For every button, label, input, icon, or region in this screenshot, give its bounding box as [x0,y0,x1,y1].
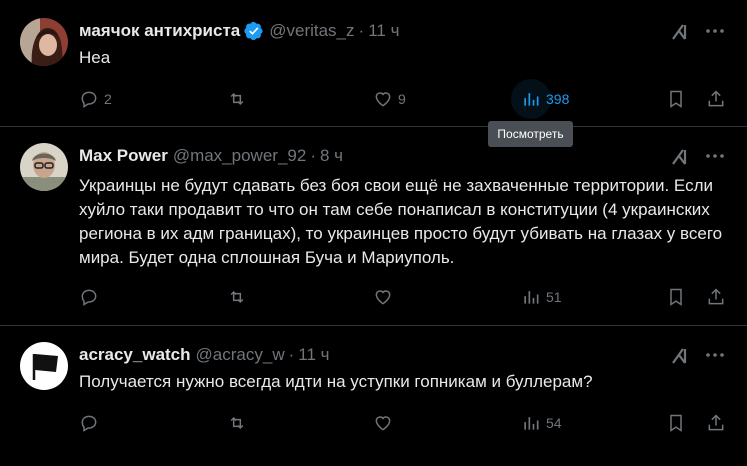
reply-icon [81,91,97,108]
retweet-button[interactable] [227,88,252,110]
reply-button[interactable]: 2 [79,88,112,110]
retweet-icon [230,416,244,430]
grok-icon[interactable] [669,344,691,366]
reply-icon [81,415,97,432]
retweet-button[interactable] [227,412,252,434]
author-name[interactable]: acracy_watch [79,345,191,365]
share-icon[interactable] [706,412,726,434]
views-count: 54 [546,415,562,431]
separator: · [310,146,316,165]
views-icon [524,417,539,430]
views-button[interactable]: 398 [521,88,569,110]
timestamp[interactable]: 11 ч [368,21,399,41]
like-icon [375,416,391,431]
separator: · [358,21,365,40]
views-button[interactable]: 51 [521,286,562,308]
like-icon [375,290,391,305]
tweet-header: маячок антихриста @veritas_z · 11 ч [79,20,399,42]
grok-icon[interactable] [669,20,691,42]
tweet[interactable]: маячок антихриста @veritas_z · 11 ч Неа … [0,0,747,127]
avatar[interactable] [20,342,68,390]
more-icon[interactable] [704,145,726,167]
more-icon[interactable] [704,20,726,42]
author-handle[interactable]: @max_power_92 [173,146,307,166]
more-icon[interactable] [704,344,726,366]
like-button[interactable] [373,412,398,434]
views-count: 398 [546,91,570,107]
avatar[interactable] [20,143,68,191]
reply-button[interactable] [79,412,104,434]
author-name[interactable]: маячок антихриста [79,21,240,41]
author-handle[interactable]: @veritas_z [269,21,354,41]
bookmark-icon[interactable] [666,286,686,308]
like-count: 9 [398,91,406,107]
retweet-icon [230,92,244,106]
separator: · [288,345,295,364]
views-button[interactable]: 54 [521,412,562,434]
views-icon [524,291,539,304]
timestamp[interactable]: 8 ч [320,146,343,166]
reply-icon [81,289,97,306]
retweet-icon [230,290,244,304]
avatar[interactable] [20,18,68,66]
tweet-text: Украинцы не будут сдавать без боя свои е… [79,176,723,267]
tweet-header: Max Power @max_power_92 · 8 ч [79,145,343,167]
tweet-header: acracy_watch @acracy_w · 11 ч [79,344,330,366]
like-button[interactable]: 9 [373,88,406,110]
retweet-button[interactable] [227,286,252,308]
tweet-text: Неа [79,48,111,67]
like-button[interactable] [373,286,398,308]
grok-icon[interactable] [669,145,691,167]
tweet-text: Получается нужно всегда идти на уступки … [79,372,593,391]
bookmark-icon[interactable] [666,88,686,110]
like-icon [375,92,391,107]
reply-button[interactable] [79,286,104,308]
tweet[interactable]: Max Power @max_power_92 · 8 ч Украинцы н… [0,127,747,326]
share-icon[interactable] [706,88,726,110]
author-name[interactable]: Max Power [79,146,168,166]
share-icon[interactable] [706,286,726,308]
author-handle[interactable]: @acracy_w [196,345,285,365]
reply-count: 2 [104,91,112,107]
timestamp[interactable]: 11 ч [298,345,329,365]
views-icon [524,93,539,106]
verified-icon [244,21,263,41]
views-count: 51 [546,289,562,305]
bookmark-icon[interactable] [666,412,686,434]
tweet[interactable]: acracy_watch @acracy_w · 11 ч Получается… [0,326,747,466]
